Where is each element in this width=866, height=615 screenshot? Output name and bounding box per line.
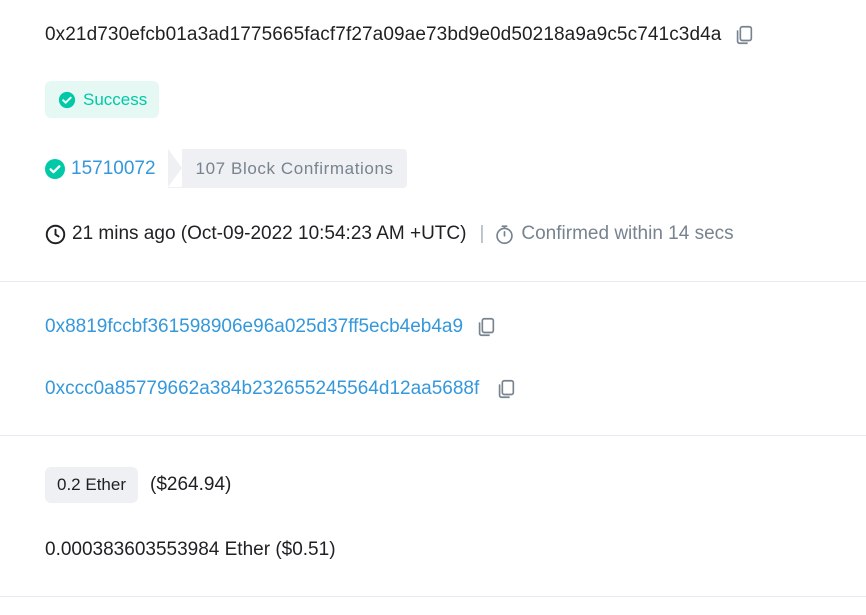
status-row: Success	[45, 81, 160, 118]
to-address-link[interactable]: 0xccc0a85779662a384b232655245564d12aa568…	[45, 378, 479, 400]
from-row: 0x8819fccbf361598906e96a025d37ff5ecb4eb4…	[45, 316, 497, 338]
transaction-fee: 0.000383603553984 Ether ($0.51)	[45, 539, 336, 560]
status-badge: Success	[45, 81, 160, 118]
stopwatch-icon	[494, 224, 515, 245]
transaction-details: 0x21d730efcb01a3ad1775665facf7f27a09ae73…	[0, 0, 866, 615]
from-address-link[interactable]: 0x8819fccbf361598906e96a025d37ff5ecb4eb4…	[45, 316, 463, 338]
timestamp-row: 21 mins ago (Oct-09-2022 10:54:23 AM +UT…	[45, 223, 734, 245]
tx-hash-row: 0x21d730efcb01a3ad1775665facf7f27a09ae73…	[45, 24, 755, 46]
check-circle-icon	[45, 158, 65, 179]
block-number-link[interactable]: 15710072	[71, 158, 156, 180]
fee-row: 0.000383603553984 Ether ($0.51)	[45, 539, 336, 561]
block-confirmations-badge: 107 Block Confirmations	[167, 149, 407, 188]
copy-icon[interactable]	[475, 316, 497, 338]
clock-icon	[45, 224, 66, 245]
block-row: 15710072 107 Block Confirmations	[45, 149, 407, 188]
separator: |	[479, 223, 485, 244]
divider	[0, 596, 866, 597]
divider	[0, 281, 866, 282]
tx-hash: 0x21d730efcb01a3ad1775665facf7f27a09ae73…	[45, 24, 722, 45]
value-badge: 0.2 Ether	[45, 467, 138, 503]
value-row: 0.2 Ether ($264.94)	[45, 467, 231, 503]
value-usd: ($264.94)	[150, 474, 232, 495]
divider	[0, 435, 866, 436]
status-label: Success	[83, 89, 148, 109]
confirmed-within-text: Confirmed within 14 secs	[521, 223, 734, 244]
copy-icon[interactable]	[733, 24, 755, 46]
timestamp-text: 21 mins ago (Oct-09-2022 10:54:23 AM +UT…	[72, 223, 467, 244]
check-circle-icon	[58, 91, 76, 109]
copy-icon[interactable]	[495, 378, 517, 400]
to-row: 0xccc0a85779662a384b232655245564d12aa568…	[45, 378, 517, 400]
